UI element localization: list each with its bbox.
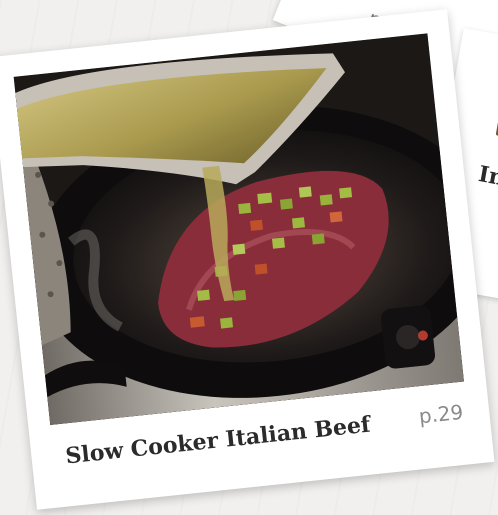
card-page-ref: p.29 (417, 399, 465, 429)
recipe-photo (13, 33, 464, 425)
card-title: Slow Cooker Italian Beef (64, 411, 372, 470)
card-title-partial: In (476, 161, 498, 192)
recipe-card-main[interactable]: Slow Cooker Italian Beef p.29 (0, 9, 495, 510)
slow-cooker-beef-photo-icon (13, 33, 464, 425)
